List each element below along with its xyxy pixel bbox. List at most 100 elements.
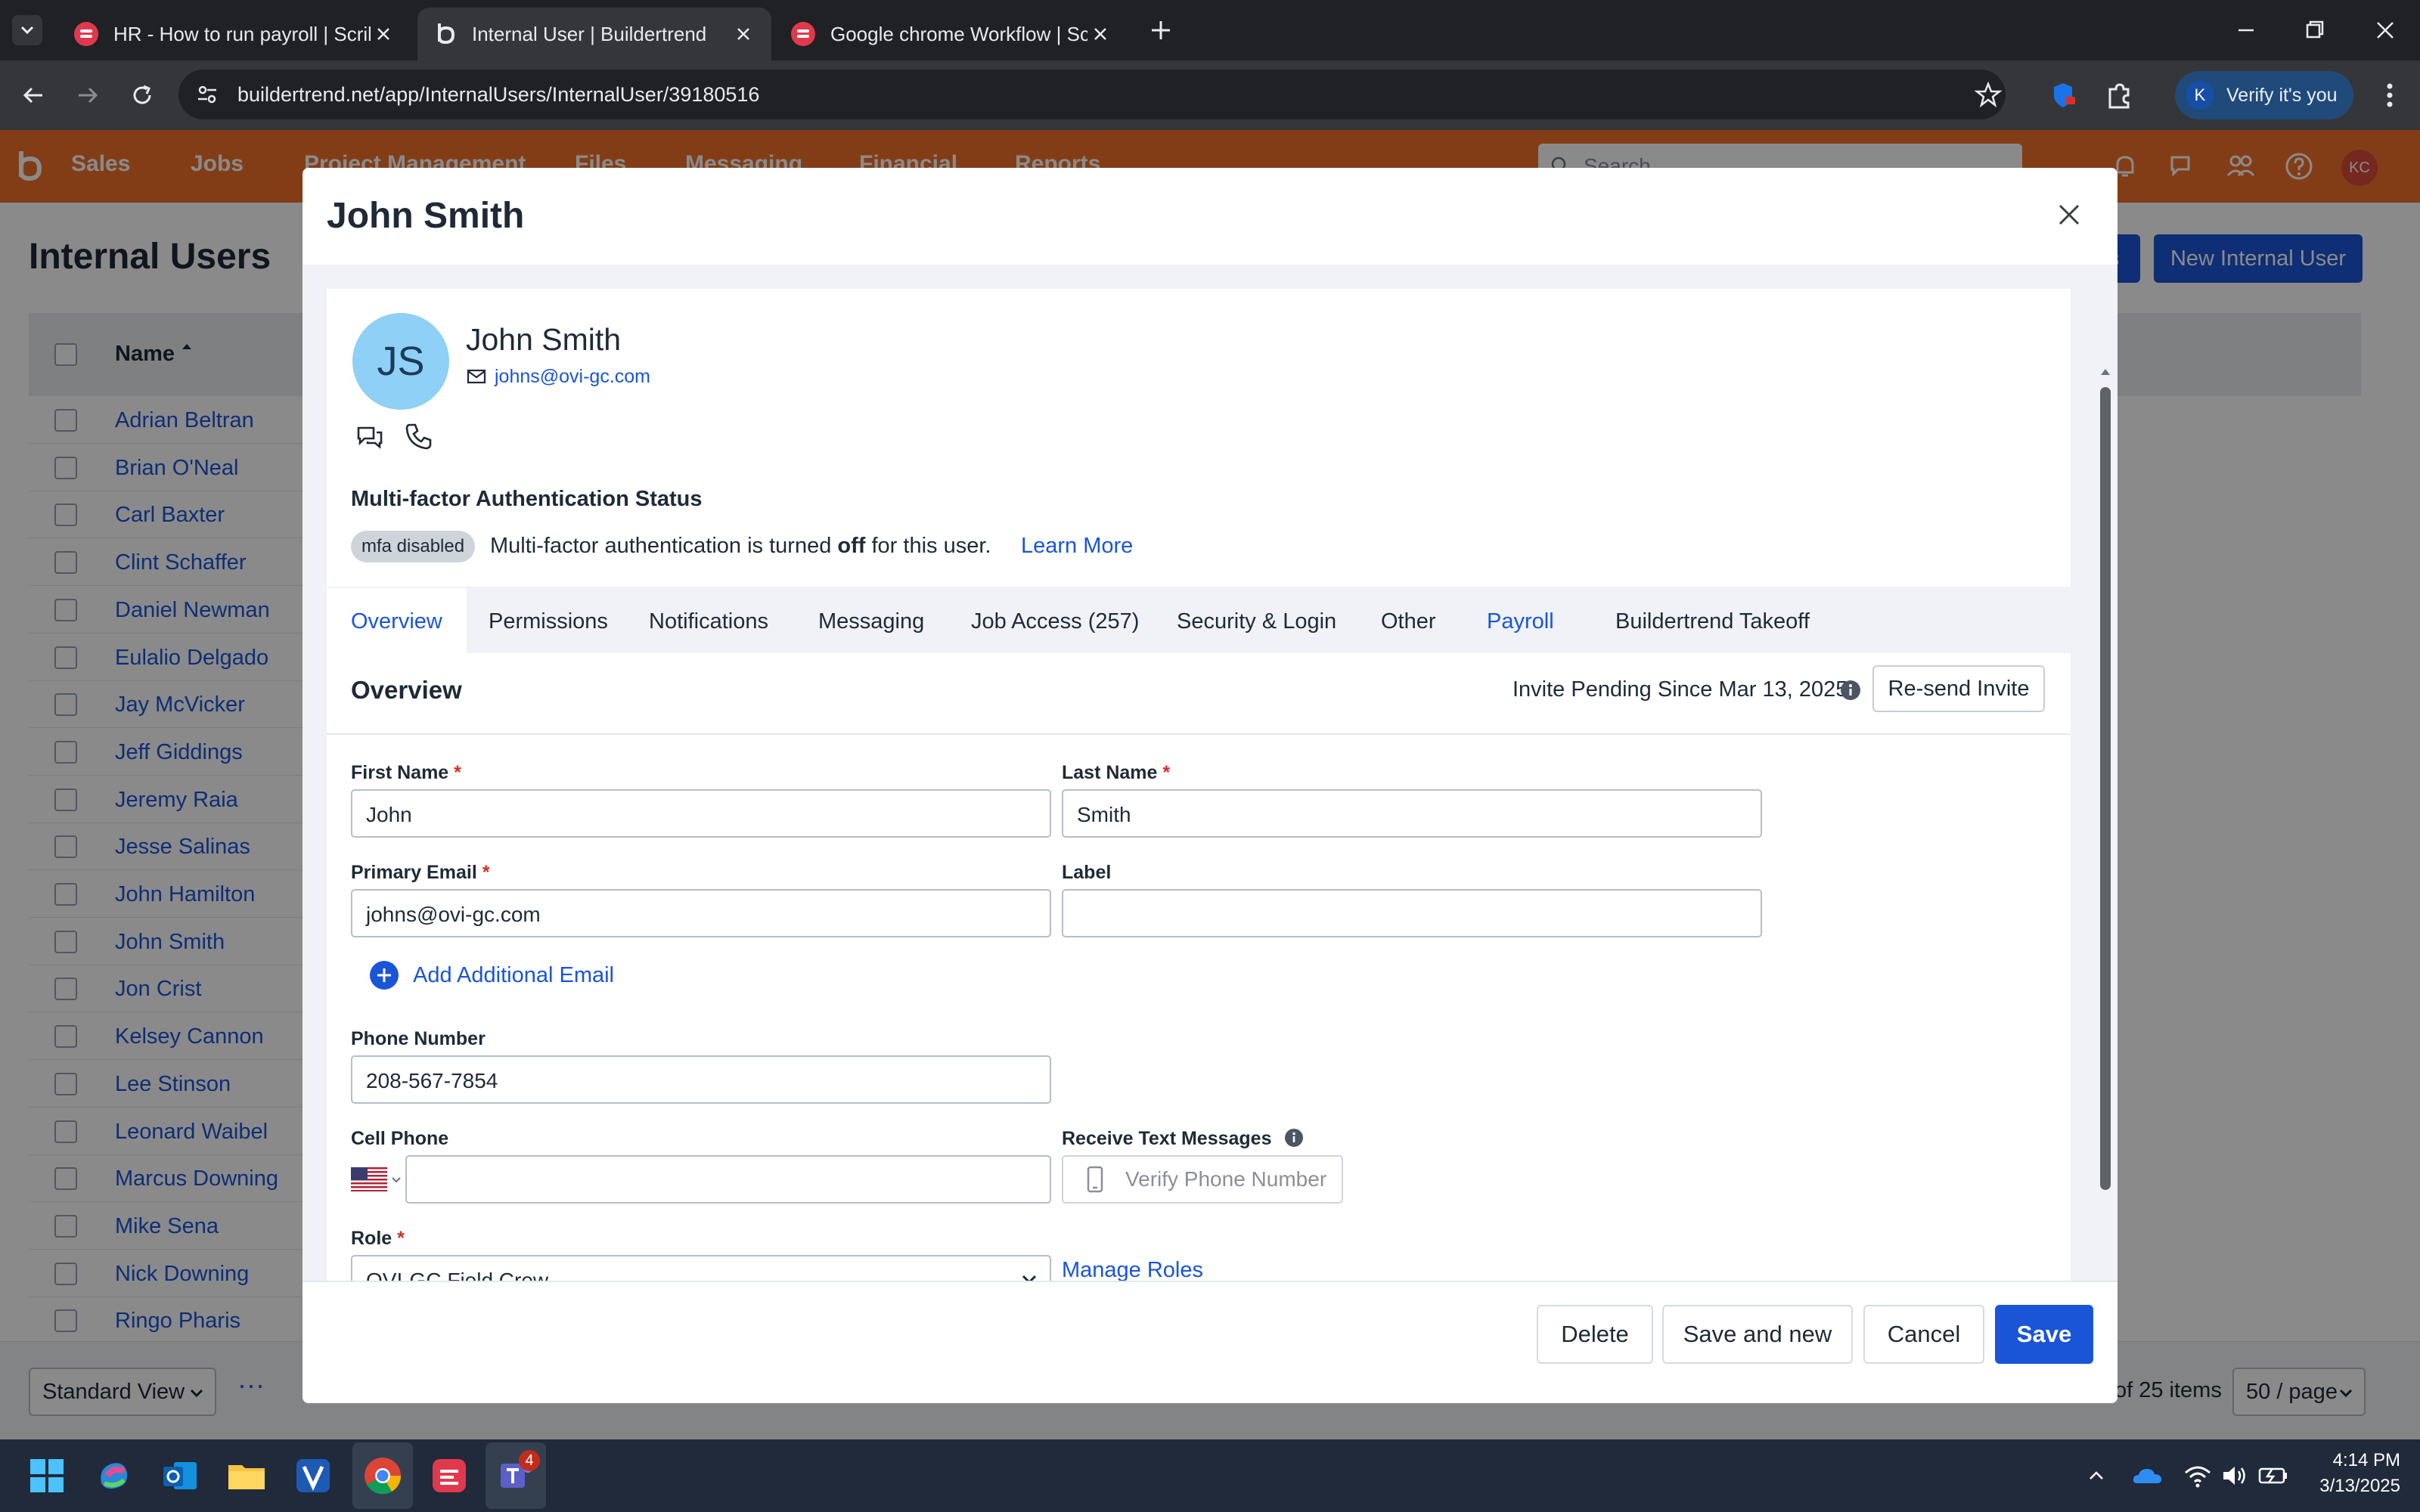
extension-shield-icon[interactable] [2046,79,2080,112]
forward-icon[interactable] [73,80,103,110]
cancel-button[interactable]: Cancel [1863,1305,1984,1364]
invite-status: Invite Pending Since Mar 13, 2025 [1512,677,1848,702]
internal-user-modal: John Smith JS John Smith johns@ovi-gc.co… [302,168,2118,1403]
reload-icon[interactable] [127,80,157,110]
vertafore-icon[interactable] [290,1453,336,1498]
required-mark: * [454,762,461,783]
minimize-icon[interactable] [2231,15,2261,45]
close-window-icon[interactable] [2370,15,2400,45]
mfa-state: off [837,534,866,558]
last-name-field[interactable]: Smith [1062,789,1762,838]
user-tabs: Overview Permissions Notifications Messa… [327,588,2071,653]
delete-button[interactable]: Delete [1537,1305,1653,1364]
first-name-field[interactable]: John [351,789,1051,838]
learn-more-link[interactable]: Learn More [1021,534,1133,559]
extensions-puzzle-icon[interactable] [2102,79,2136,112]
email-label-field[interactable] [1062,889,1762,937]
verify-phone-button[interactable]: Verify Phone Number [1062,1155,1343,1204]
close-tab-icon[interactable] [732,23,755,45]
microsoft-365-icon[interactable] [91,1453,136,1498]
profile-verify-chip[interactable]: K Verify it's you [2175,71,2353,119]
resend-invite-button[interactable]: Re-send Invite [1872,665,2045,712]
volume-icon[interactable] [2219,1461,2249,1491]
address-bar[interactable]: buildertrend.net/app/InternalUsers/Inter… [178,70,2006,119]
mfa-title: Multi-factor Authentication Status [351,487,703,511]
tab-search-button[interactable] [12,15,42,45]
tab-overview[interactable]: Overview [327,588,467,653]
show-hidden-icons-icon[interactable] [2084,1464,2108,1488]
bookmark-star-icon[interactable] [1974,80,2003,109]
tab-messaging[interactable]: Messaging [818,588,924,653]
required-mark: * [397,1228,405,1249]
info-icon[interactable] [1839,679,1862,702]
verify-phone-label: Verify Phone Number [1125,1167,1327,1191]
mfa-description-end: for this user. [865,534,991,558]
plus-circle-icon [370,961,399,990]
save-and-new-button[interactable]: Save and new [1662,1305,1853,1364]
profile-name: John Smith [466,322,622,357]
tab-buildertrend-takeoff[interactable]: Buildertrend Takeoff [1615,588,1810,653]
chevron-down-icon [392,1177,401,1183]
phone-icon[interactable] [402,420,434,452]
divider [327,733,2071,735]
close-icon[interactable] [2054,200,2084,230]
chrome-menu-icon[interactable] [2375,79,2405,112]
scroll-thumb[interactable] [2100,387,2111,1190]
browser-tab-scribe-payroll[interactable]: HR - How to run payroll | Scribe [56,8,411,60]
profile-email-link[interactable]: johns@ovi-gc.com [495,366,650,388]
delete-button-label: Delete [1561,1321,1629,1347]
cell-phone-field[interactable] [405,1155,1051,1204]
chrome-icon [365,1458,402,1495]
modal-scrollbar[interactable] [2098,364,2113,1281]
phone-number-field[interactable]: 208-567-7854 [351,1055,1051,1104]
scribe-app-icon[interactable] [427,1453,472,1498]
chevron-down-icon [1022,1275,1037,1281]
mfa-status-badge-label: mfa disabled [361,536,465,556]
restore-icon[interactable] [2299,15,2329,45]
wifi-icon[interactable] [2183,1461,2213,1491]
scribe-icon [74,22,98,46]
us-flag-icon [351,1167,387,1191]
last-name-label-text: Last Name [1062,762,1158,783]
tab-other[interactable]: Other [1381,588,1436,653]
scroll-up-icon[interactable] [2098,364,2113,380]
add-additional-email-button[interactable]: Add Additional Email [369,959,614,992]
save-and-new-label: Save and new [1683,1321,1832,1347]
file-explorer-icon[interactable] [224,1453,269,1498]
last-name-label: Last Name * [1062,762,1170,784]
clock-time: 4:14 PM [2332,1450,2400,1470]
save-button[interactable]: Save [1995,1305,2093,1364]
buildertrend-icon [438,23,455,45]
windows-taskbar: 4 [0,1439,2420,1512]
tab-title: HR - How to run payroll | Scribe [113,22,371,45]
tab-security-login[interactable]: Security & Login [1177,588,1336,653]
chat-bubbles-icon[interactable] [354,422,386,454]
tab-permissions[interactable]: Permissions [489,588,608,653]
manage-roles-link[interactable]: Manage Roles [1062,1258,1203,1281]
tab-payroll[interactable]: Payroll [1487,588,1554,653]
tab-title: Internal User | Buildertrend [472,22,707,45]
outlook-icon[interactable] [157,1453,203,1498]
mail-icon [467,369,486,384]
country-code-select[interactable] [351,1158,404,1204]
windows-start-icon[interactable] [24,1453,70,1498]
new-tab-icon[interactable] [1148,15,1174,45]
role-select[interactable]: OVI-GC Field Crew [351,1255,1051,1281]
info-icon[interactable] [1284,1128,1304,1148]
primary-email-label: Primary Email * [351,862,489,884]
browser-tab-buildertrend[interactable]: Internal User | Buildertrend [417,8,771,60]
add-additional-email-label: Add Additional Email [413,962,614,987]
mobile-phone-icon [1087,1166,1103,1193]
tab-job-access[interactable]: Job Access (257) [971,588,1139,653]
role-label-text: Role [351,1228,392,1249]
cancel-button-label: Cancel [1887,1321,1961,1347]
browser-tab-scribe-workflow[interactable]: Google chrome Workflow | Scri [773,8,1128,60]
back-icon[interactable] [18,80,48,110]
modal-title: John Smith [327,196,525,236]
primary-email-field[interactable]: johns@ovi-gc.com [351,889,1051,937]
close-tab-icon[interactable] [1089,23,1112,45]
onedrive-icon[interactable] [2131,1461,2164,1491]
tab-notifications[interactable]: Notifications [649,588,768,653]
site-info-icon[interactable] [194,81,221,108]
close-tab-icon[interactable] [372,23,395,45]
